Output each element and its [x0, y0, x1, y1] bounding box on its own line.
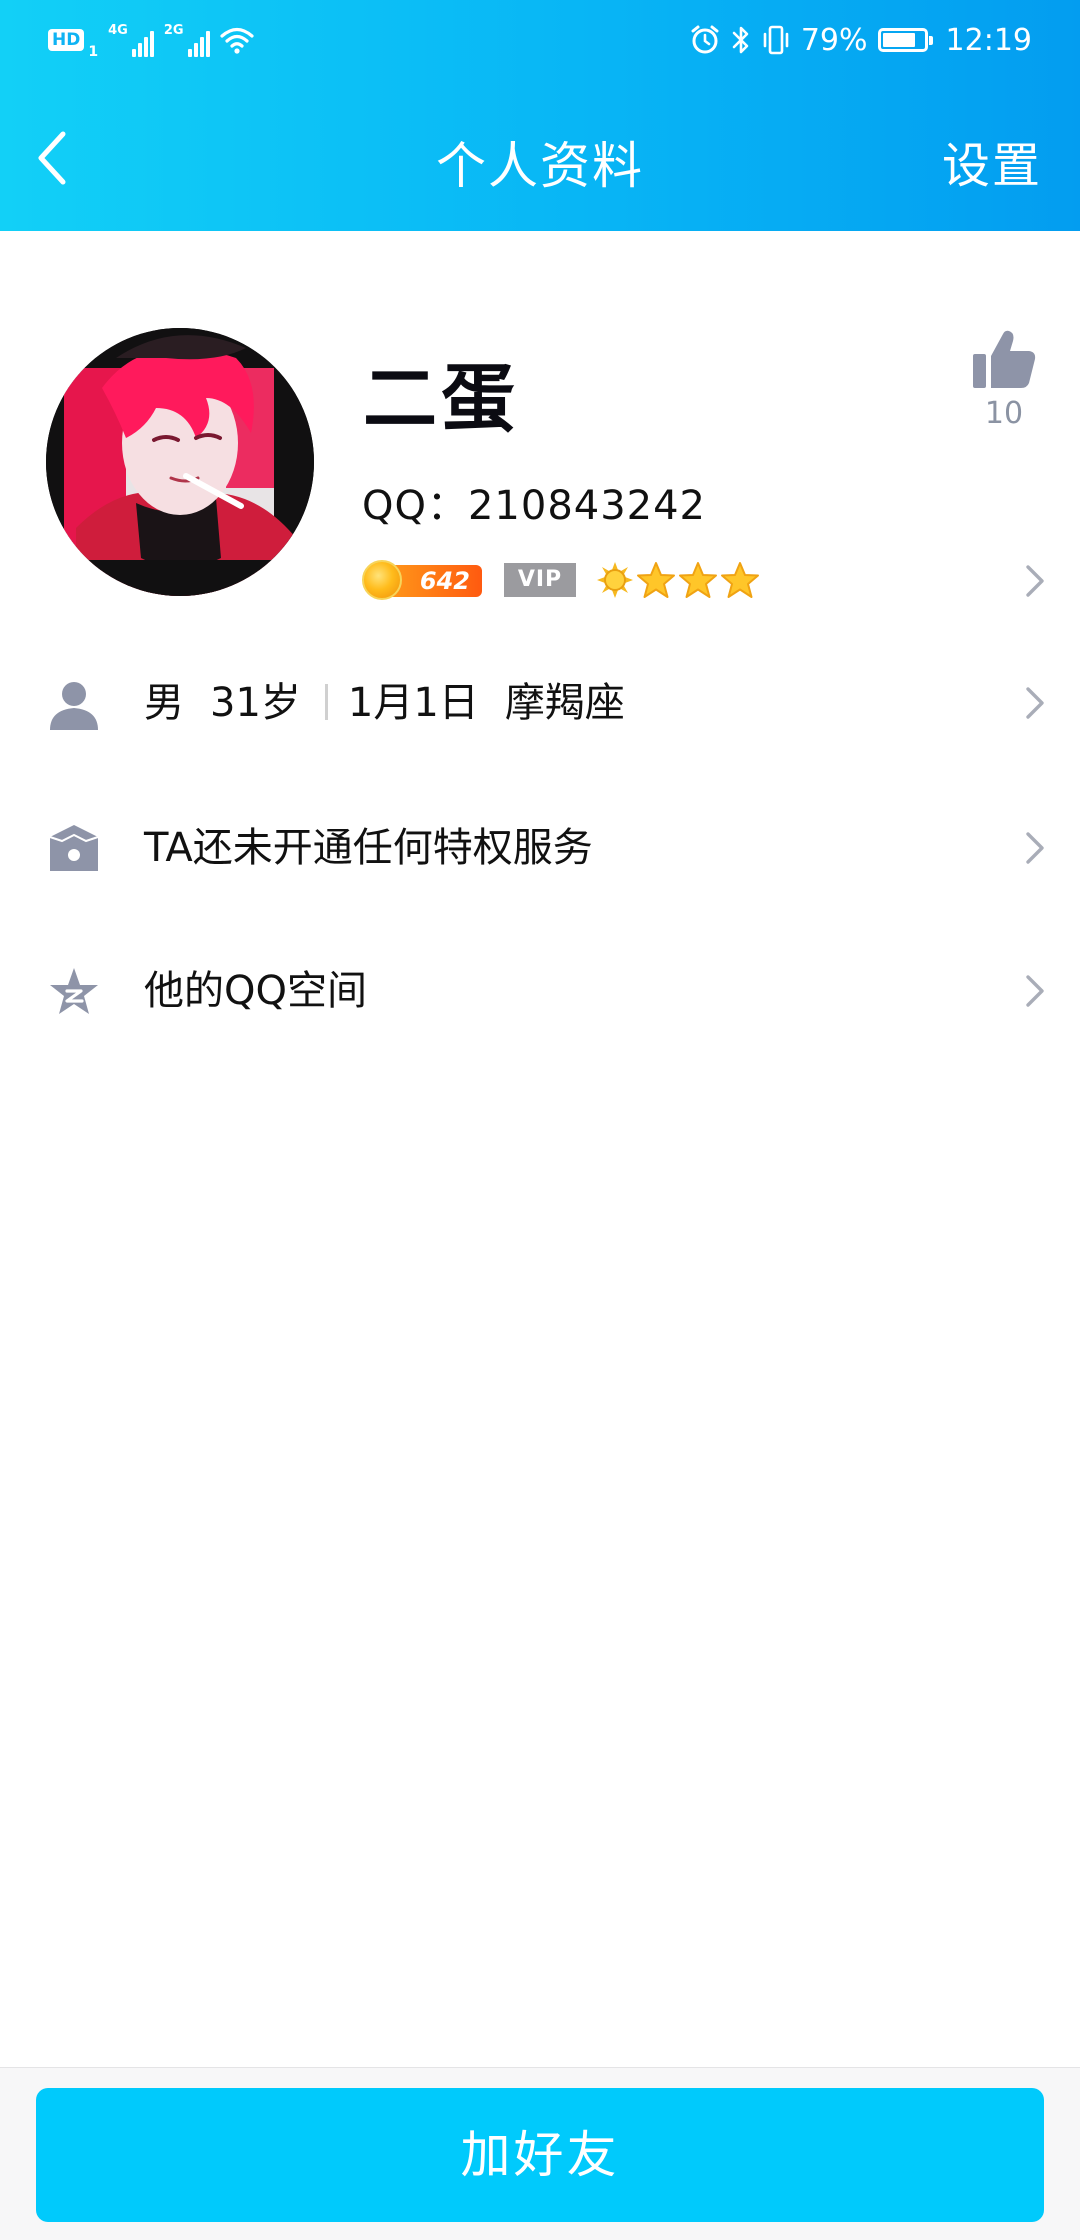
user-nickname: 二蛋 [363, 356, 519, 442]
qzone-text: 他的QQ空间 [144, 968, 367, 1014]
qzone-row[interactable]: 他的QQ空间 [0, 920, 1080, 1060]
status-bar-left: HD 1 4G 2G [48, 20, 254, 60]
gender: 男 [144, 680, 184, 726]
personal-info-row[interactable]: 男 31岁 1月1日 摩羯座 [0, 632, 1080, 772]
clock: 12:19 [945, 22, 1032, 58]
crown-icon [49, 825, 99, 871]
status-bar-right: 79% 12:19 [689, 18, 1032, 62]
privilege-text: TA还未开通任何特权服务 [144, 825, 593, 871]
page-title: 个人资料 [436, 137, 644, 195]
chevron-right-icon [1026, 975, 1044, 1007]
profile-page: HD 1 4G 2G 79% 12:19 个人资料 设置 二蛋 QQ：21084… [0, 0, 1080, 2240]
privilege-row[interactable]: TA还未开通任何特权服务 [0, 777, 1080, 917]
wifi-icon [219, 27, 254, 54]
personal-info-text: 男 31岁 1月1日 摩羯座 [144, 680, 625, 726]
chevron-right-icon [1026, 832, 1044, 864]
birthday: 1月1日 [347, 680, 479, 726]
star-icon [679, 562, 717, 598]
sun-icon [597, 562, 633, 598]
header: HD 1 4G 2G 79% 12:19 个人资料 设置 [0, 0, 1080, 231]
thumbs-up-icon [973, 330, 1036, 388]
title-bar: 个人资料 设置 [0, 80, 1080, 231]
chevron-right-icon[interactable] [1020, 561, 1048, 601]
level-icons[interactable] [596, 561, 760, 599]
settings-button[interactable]: 设置 [942, 126, 1042, 196]
vibrate-icon [763, 25, 789, 55]
network-2g-label: 2G [163, 23, 184, 38]
qq-number: QQ：210843242 [362, 483, 707, 529]
badge-row[interactable]: 642 VIP [362, 557, 760, 603]
hd-badge: HD [48, 29, 85, 51]
like-count: 10 [984, 396, 1024, 431]
age: 31岁 [210, 680, 301, 726]
hd-sim-indicator: 1 [88, 44, 99, 60]
qzone-star-icon [50, 968, 98, 1014]
signal-4g-icon: 4G [108, 23, 154, 57]
chevron-right-icon [1026, 687, 1044, 719]
zodiac: 摩羯座 [504, 680, 625, 726]
status-bar: HD 1 4G 2G 79% 12:19 [0, 0, 1080, 80]
alarm-icon [691, 25, 719, 54]
divider [324, 684, 328, 720]
battery-percent: 79% [800, 22, 868, 58]
vip-badge[interactable]: VIP [504, 563, 576, 597]
avatar[interactable] [46, 328, 314, 596]
level-badge[interactable]: 642 [362, 560, 482, 600]
person-icon [50, 682, 98, 730]
coin-icon [362, 560, 402, 600]
like-button[interactable]: 10 [964, 328, 1044, 431]
avatar-illustration [46, 328, 314, 596]
battery-icon [877, 28, 933, 52]
network-4g-label: 4G [108, 23, 128, 38]
profile-card[interactable]: 二蛋 QQ：210843242 642 VIP 10 [0, 231, 1080, 651]
bottom-bar: 加好友 [0, 2067, 1080, 2240]
star-icon [721, 562, 759, 598]
signal-2g-icon: 2G [164, 23, 210, 57]
star-icon [637, 562, 675, 598]
bluetooth-icon [732, 26, 749, 54]
add-friend-button[interactable]: 加好友 [36, 2088, 1044, 2222]
